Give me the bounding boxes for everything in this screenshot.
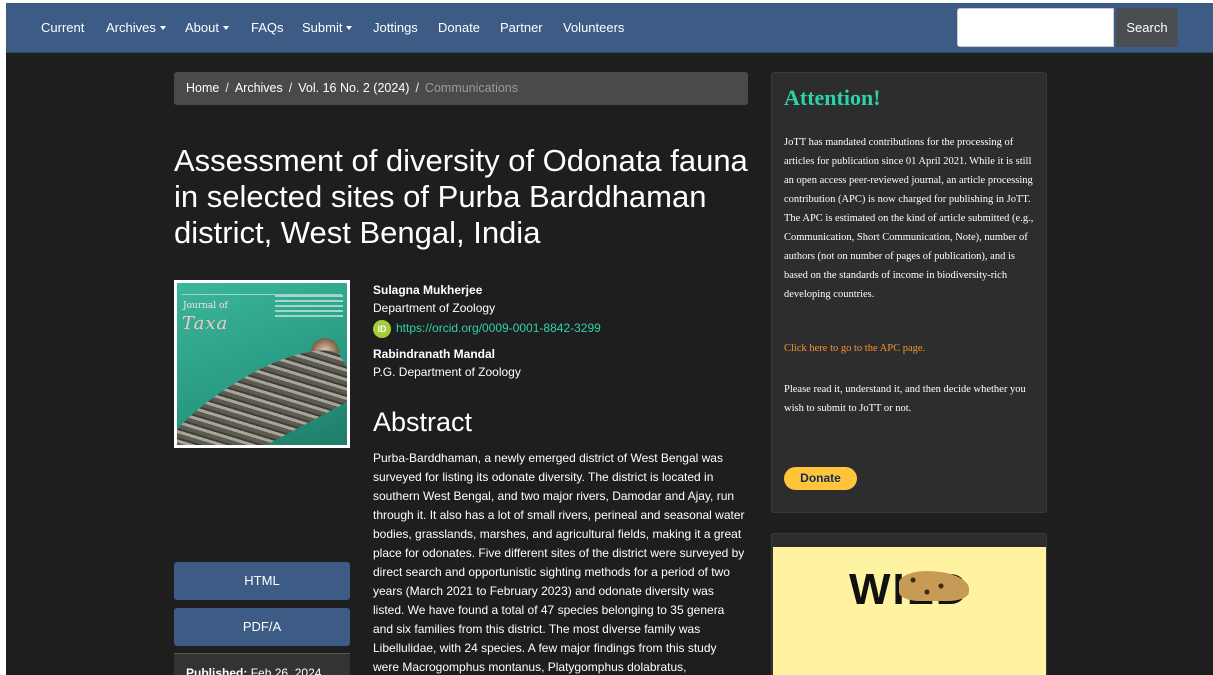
attention-block: Attention! JoTT has mandated contributio… [771,72,1047,513]
breadcrumb-separator: / [288,81,293,95]
donate-button[interactable]: Donate [784,467,857,490]
top-navbar: Current Archives About FAQs Submit Jotti… [6,3,1213,53]
page-frame: Current Archives About FAQs Submit Jotti… [6,3,1213,675]
apc-page-link[interactable]: Click here to go to the APC page. [784,343,925,354]
nav-partner-label: Partner [500,20,543,35]
cover-journal-line: Journal of [183,301,228,311]
breadcrumb-home[interactable]: Home [186,81,219,95]
nav-faqs-label: FAQs [251,20,284,35]
published-info: Published: Feb 26, 2024 [174,653,350,675]
nav-submit-label: Submit [302,20,343,35]
breadcrumb-issue[interactable]: Vol. 16 No. 2 (2024) [298,81,409,95]
nav-about-label: About [185,20,219,35]
orcid-icon: iD [373,319,391,338]
orcid-url: https://orcid.org/0009-0001-8842-3299 [396,321,601,335]
author-affiliation: Department of Zoology [373,301,496,315]
published-date: Feb 26, 2024 [250,666,322,675]
nav-submit[interactable]: Submit [302,3,353,53]
nav-archives[interactable]: Archives [106,3,166,53]
nav-partner[interactable]: Partner [500,3,543,53]
nav-volunteers-label: Volunteers [563,20,625,35]
published-label: Published: [186,666,248,675]
nav-jottings-label: Jottings [373,20,418,35]
search-input[interactable] [957,8,1114,47]
nav-jottings[interactable]: Jottings [373,3,418,53]
html-galley-button[interactable]: HTML [174,562,350,600]
abstract-text: Purba-Barddhaman, a newly emerged distri… [373,451,745,674]
nav-current-label: Current [41,20,85,35]
nav-current[interactable]: Current [41,3,84,53]
breadcrumb: Home / Archives / Vol. 16 No. 2 (2024) / Commu… [174,72,748,105]
wild-advert-block[interactable]: WILD [771,533,1047,675]
nav-donate[interactable]: Donate [438,3,480,53]
cover-artwork: Journal of Taxa [177,283,347,445]
pdf-galley-button[interactable]: PDF/A [174,608,350,646]
nav-donate-label: Donate [438,20,480,35]
breadcrumb-current: Communications [424,81,519,95]
author-name: Sulagna Mukherjee [373,283,483,297]
caret-down-icon [159,25,166,30]
wild-advert-banner: WILD [773,547,1046,675]
breadcrumb-archives[interactable]: Archives [235,81,283,95]
cover-header-rule [182,287,342,295]
cover-journal-name: Taxa [182,313,229,334]
nav-archives-label: Archives [106,20,156,35]
nav-faqs[interactable]: FAQs [251,3,284,53]
attention-title: Attention! [784,85,881,110]
caret-down-icon [222,25,229,30]
cover-text-lines [275,295,343,320]
cover-lizard-illustration [177,332,347,445]
breadcrumb-separator: / [415,81,419,95]
breadcrumb-separator: / [225,81,229,95]
article-title: Assessment of diversity of Odonata fauna… [174,143,748,250]
nav-volunteers[interactable]: Volunteers [563,3,624,53]
orcid-link[interactable]: iD https://orcid.org/0009-0001-8842-3299 [373,319,601,338]
nav-about[interactable]: About [185,3,229,53]
issue-cover-image[interactable]: Journal of Taxa [174,280,350,448]
author-affiliation: P.G. Department of Zoology [373,365,521,379]
abstract-heading: Abstract [373,407,473,437]
author-name: Rabindranath Mandal [373,347,496,361]
caret-down-icon [346,25,353,30]
search-button[interactable]: Search [1116,8,1178,47]
attention-paragraph-2: Please read it, understand it, and then … [784,384,1026,414]
attention-paragraph: JoTT has mandated contributions for the … [784,137,1034,300]
